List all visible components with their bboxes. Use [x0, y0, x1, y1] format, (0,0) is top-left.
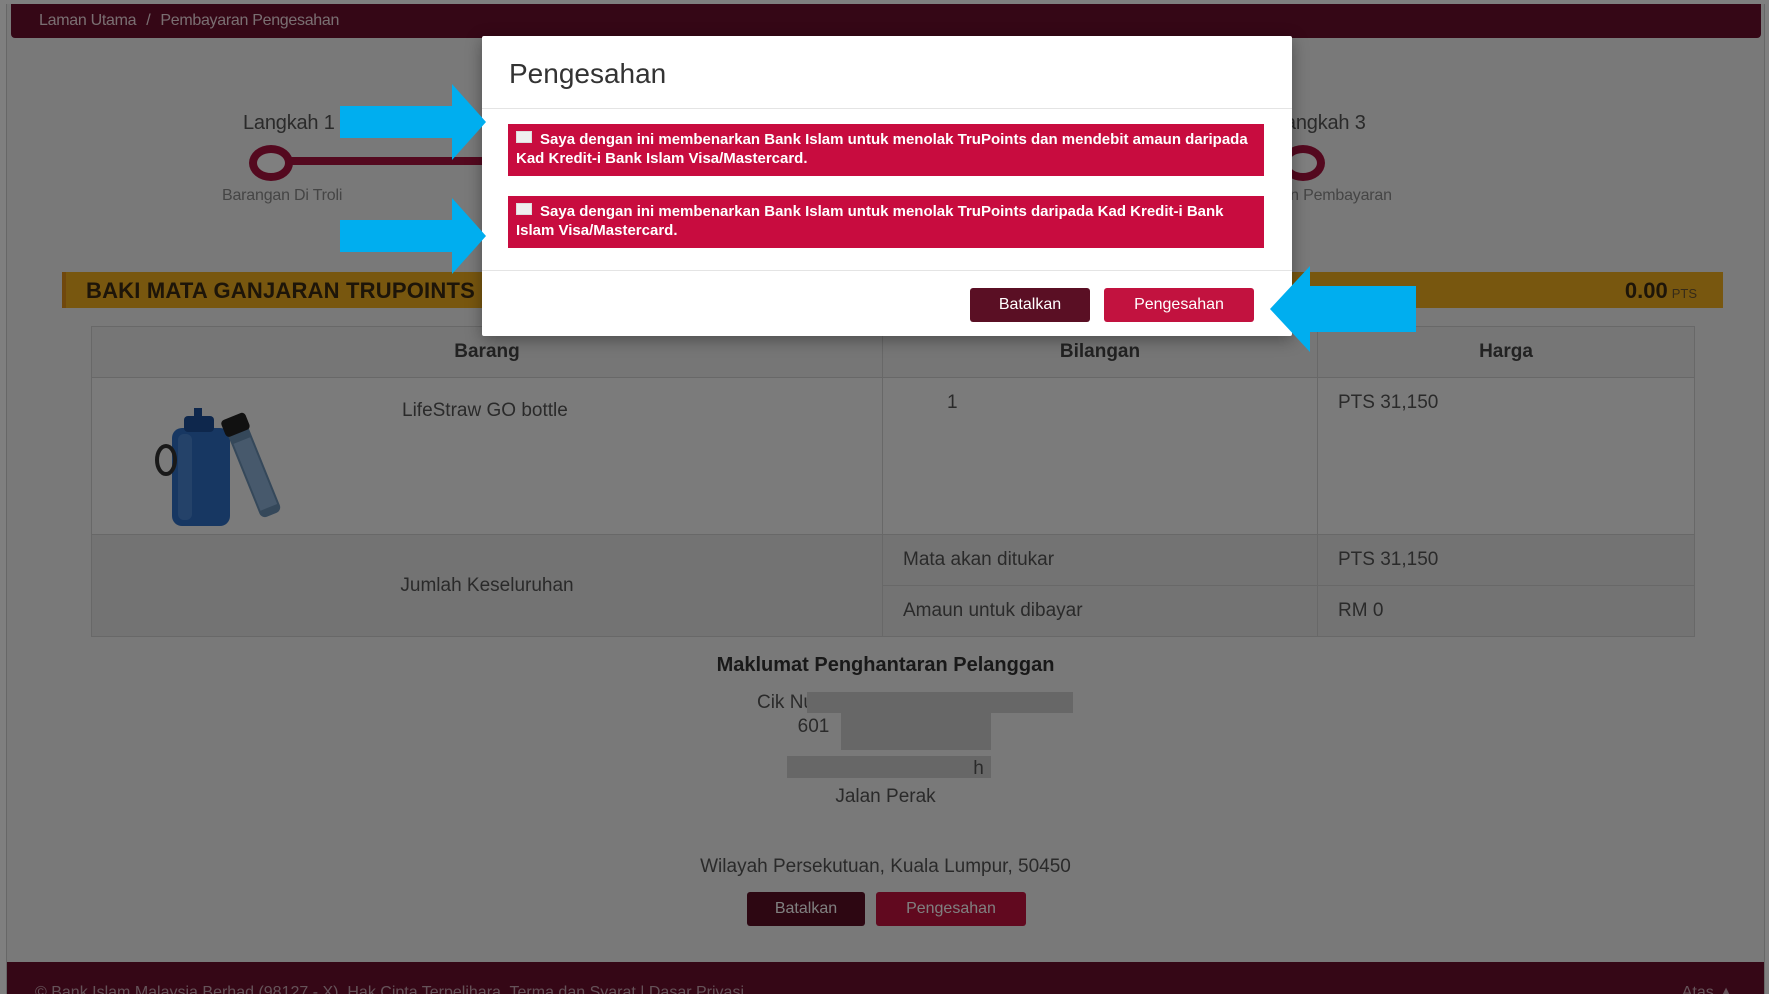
modal-confirm-button[interactable]: Pengesahan: [1104, 288, 1254, 322]
modal-title: Pengesahan: [509, 58, 667, 89]
modal-divider: [482, 108, 1292, 109]
option-1-checkbox-row[interactable]: Saya dengan ini membenarkan Bank Islam u…: [508, 124, 1264, 176]
arrow-right-icon: [340, 84, 486, 160]
option-1-checkbox[interactable]: [516, 131, 532, 143]
option-1-label: Saya dengan ini membenarkan Bank Islam u…: [516, 131, 1248, 167]
arrow-right-icon: [340, 198, 486, 274]
option-2-checkbox-row[interactable]: Saya dengan ini membenarkan Bank Islam u…: [508, 196, 1264, 248]
option-2-checkbox[interactable]: [516, 203, 532, 215]
confirmation-modal: Pengesahan Saya dengan ini membenarkan B…: [482, 36, 1292, 336]
option-2-label: Saya dengan ini membenarkan Bank Islam u…: [516, 203, 1224, 239]
modal-cancel-button[interactable]: Batalkan: [970, 288, 1090, 322]
arrow-left-icon: [1270, 266, 1416, 352]
modal-footer-divider: [482, 270, 1292, 271]
